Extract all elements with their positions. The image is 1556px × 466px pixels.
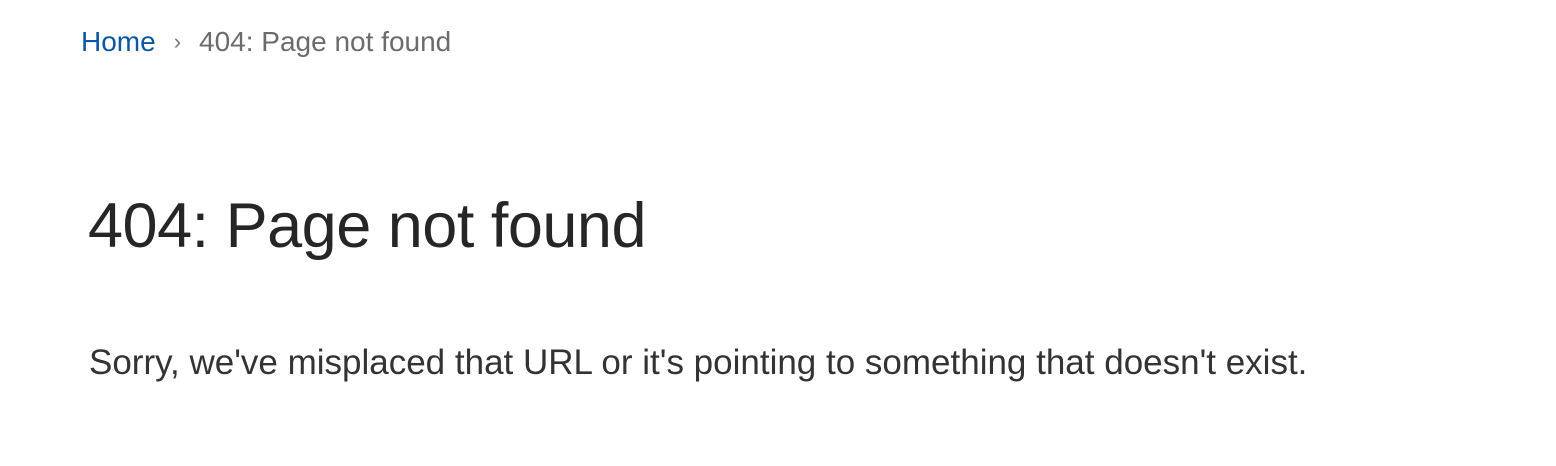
- breadcrumb: Home › 404: Page not found: [81, 22, 451, 62]
- breadcrumb-home-link[interactable]: Home: [81, 22, 156, 62]
- page: Home › 404: Page not found 404: Page not…: [0, 0, 1556, 466]
- page-title: 404: Page not found: [88, 191, 647, 261]
- breadcrumb-separator-icon: ›: [173, 29, 182, 54]
- breadcrumb-current: 404: Page not found: [199, 26, 452, 57]
- error-message: Sorry, we've misplaced that URL or it's …: [89, 343, 1308, 382]
